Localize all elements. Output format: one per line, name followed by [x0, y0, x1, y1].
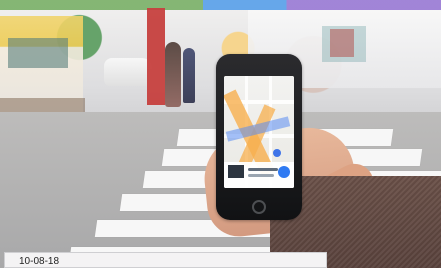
- street-photo: [0, 0, 441, 268]
- navigation-fab-icon: [278, 166, 290, 178]
- location-pin-icon: [273, 149, 281, 157]
- date-label: 10-08-18: [4, 252, 327, 268]
- red-sign: [330, 29, 354, 57]
- photo-frame: 10-08-18: [0, 0, 441, 268]
- top-color-strip: [0, 0, 441, 10]
- home-button-icon: [252, 200, 266, 214]
- white-car: [104, 58, 152, 86]
- card-thumbnail: [228, 165, 244, 178]
- red-pole: [147, 8, 165, 105]
- map-screen: [224, 76, 294, 188]
- pedestrian: [183, 48, 195, 103]
- store-window: [8, 38, 68, 68]
- card-line: [248, 168, 278, 171]
- card-line: [248, 174, 274, 177]
- pedestrian: [165, 42, 181, 107]
